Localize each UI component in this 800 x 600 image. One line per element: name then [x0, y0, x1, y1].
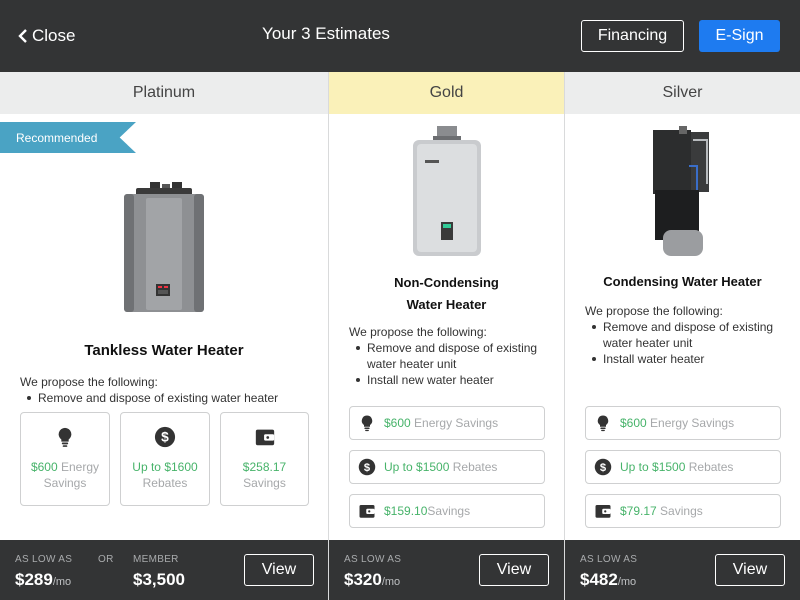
product-name: Condensing Water Heater [603, 274, 762, 289]
condensing-water-heater-image [649, 126, 713, 265]
tier-header: Silver [565, 72, 800, 114]
benefit-label: Energy Savings [650, 416, 735, 430]
wallet-icon [586, 502, 620, 520]
wallet-icon [350, 502, 384, 520]
esign-button[interactable]: E-Sign [699, 20, 780, 52]
financing-button[interactable]: Financing [581, 20, 684, 52]
product-name: Tankless Water Heater [84, 342, 244, 359]
proposal-text: We propose the following: Remove and dis… [585, 303, 790, 367]
benefit-value: $79.17 [620, 504, 657, 518]
proposal-title: We propose the following: [585, 304, 723, 318]
benefit-label: Rebates [142, 476, 188, 490]
or-label: OR [98, 554, 114, 565]
dollar-icon [154, 425, 176, 449]
benefit-row-energy: $600 Energy Savings [349, 406, 545, 440]
benefit-label: Rebates [688, 460, 734, 474]
proposal-list: Remove and dispose of existing water hea… [585, 319, 790, 367]
member-label: MEMBER [133, 554, 179, 565]
monthly-price: $482/mo [580, 570, 637, 589]
list-item: Remove and dispose of existing water hea… [20, 390, 318, 406]
top-bar: Close Your 3 Estimates Financing E-Sign [0, 0, 800, 72]
product-name: Non-Condensing Water Heater [394, 275, 499, 312]
benefit-value: Up to $1600 [132, 460, 198, 474]
monthly-price: $320/mo [344, 570, 401, 589]
monthly-price: $289/mo [15, 570, 72, 589]
benefit-tile-rebates: Up to $1600 Rebates [120, 412, 210, 506]
view-button[interactable]: View [479, 554, 549, 586]
proposal-text: We propose the following: Remove and dis… [20, 374, 318, 406]
benefit-row-rebates: Up to $1500 Rebates [349, 450, 545, 484]
estimate-card-platinum: Platinum Recommended Tankless Water Heat… [0, 72, 328, 600]
proposal-list: Remove and dispose of existing water hea… [20, 390, 318, 406]
benefit-tile-energy: $600 Energy Savings [20, 412, 110, 506]
member-price: $3,500 [133, 570, 185, 589]
price-footer: AS LOW AS $482/mo View [565, 540, 800, 600]
view-button[interactable]: View [244, 554, 314, 586]
proposal-title: We propose the following: [20, 375, 158, 389]
benefit-row-savings: $159.10 Savings [349, 494, 545, 528]
proposal-list: Remove and dispose of existing water hea… [349, 340, 554, 388]
benefit-label: Energy Savings [414, 416, 499, 430]
page-title: Your 3 Estimates [262, 24, 390, 43]
benefit-value: Up to $1500 [384, 460, 450, 474]
proposal-text: We propose the following: Remove and dis… [349, 324, 554, 388]
as-low-as-label: AS LOW AS [15, 554, 73, 565]
recommended-ribbon: Recommended [0, 122, 136, 153]
estimate-card-gold: Gold Non-Condensing Water Heater We prop… [329, 72, 564, 600]
dollar-icon [350, 458, 384, 476]
benefit-value: $600 [620, 416, 647, 430]
list-item: Install new water heater [349, 372, 554, 388]
benefit-row-energy: $600 Energy Savings [585, 406, 781, 440]
benefit-label: Savings [427, 504, 471, 518]
non-condensing-water-heater-image [411, 126, 483, 263]
list-item: Remove and dispose of existing water hea… [349, 340, 554, 372]
tier-header: Platinum [0, 72, 328, 114]
benefit-label: Savings [243, 476, 286, 490]
benefit-value: Up to $1500 [620, 460, 686, 474]
lightbulb-icon [350, 414, 384, 432]
benefit-value: $258.17 [242, 460, 287, 474]
benefit-label: Savings [660, 504, 703, 518]
benefit-value: $600 [384, 416, 411, 430]
lightbulb-icon [586, 414, 620, 432]
dollar-icon [586, 458, 620, 476]
benefit-row-rebates: Up to $1500 Rebates [585, 450, 781, 484]
benefit-row-savings: $79.17 Savings [585, 494, 781, 528]
price-footer: AS LOW AS $320/mo View [329, 540, 564, 600]
wallet-icon [254, 425, 276, 449]
proposal-title: We propose the following: [349, 325, 487, 339]
list-item: Remove and dispose of existing water hea… [585, 319, 790, 351]
price-footer: AS LOW AS $289/mo OR MEMBER $3,500 View [0, 540, 328, 600]
tankless-water-heater-image [122, 182, 206, 319]
view-button[interactable]: View [715, 554, 785, 586]
tier-header: Gold [329, 72, 564, 114]
benefit-value: $159.10 [384, 504, 428, 518]
benefit-tile-savings: $258.17 Savings [220, 412, 309, 506]
benefit-label: Rebates [452, 460, 498, 474]
as-low-as-label: AS LOW AS [580, 554, 638, 565]
lightbulb-icon [54, 425, 76, 449]
as-low-as-label: AS LOW AS [344, 554, 402, 565]
estimate-card-silver: Silver Condensing Water Heater We propos… [565, 72, 800, 600]
list-item: Install water heater [585, 351, 790, 367]
benefit-value: $600 [30, 460, 58, 474]
